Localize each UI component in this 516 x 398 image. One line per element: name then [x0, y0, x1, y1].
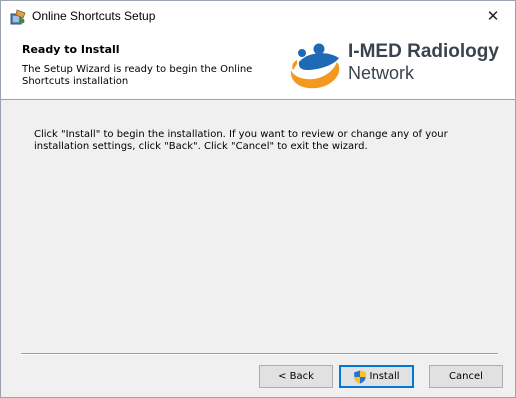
close-icon: ✕: [486, 7, 500, 25]
installer-icon: [10, 9, 26, 25]
header-banner: Ready to Install The Setup Wizard is rea…: [1, 31, 515, 100]
page-description: The Setup Wizard is ready to begin the O…: [22, 64, 253, 87]
footer-separator: [21, 353, 498, 355]
cancel-button[interactable]: Cancel: [429, 365, 503, 388]
window-title: Online Shortcuts Setup: [32, 9, 156, 23]
setup-window: Online Shortcuts Setup ✕ Ready to Instal…: [0, 0, 516, 398]
imed-logo: I-MED Radiology Network: [287, 38, 513, 94]
logo-text-line2: Network: [348, 63, 415, 83]
uac-shield-icon: [354, 370, 367, 383]
install-button[interactable]: Install: [339, 365, 414, 388]
imed-logo-icon: [290, 43, 340, 89]
close-button[interactable]: ✕: [471, 1, 515, 31]
page-heading: Ready to Install: [22, 43, 120, 56]
install-button-label: Install: [369, 371, 400, 382]
back-button[interactable]: < Back: [259, 365, 333, 388]
install-instructions: Click "Install" to begin the installatio…: [34, 129, 448, 152]
title-bar: Online Shortcuts Setup ✕: [1, 1, 515, 31]
logo-text-line1: I-MED Radiology: [348, 41, 499, 62]
